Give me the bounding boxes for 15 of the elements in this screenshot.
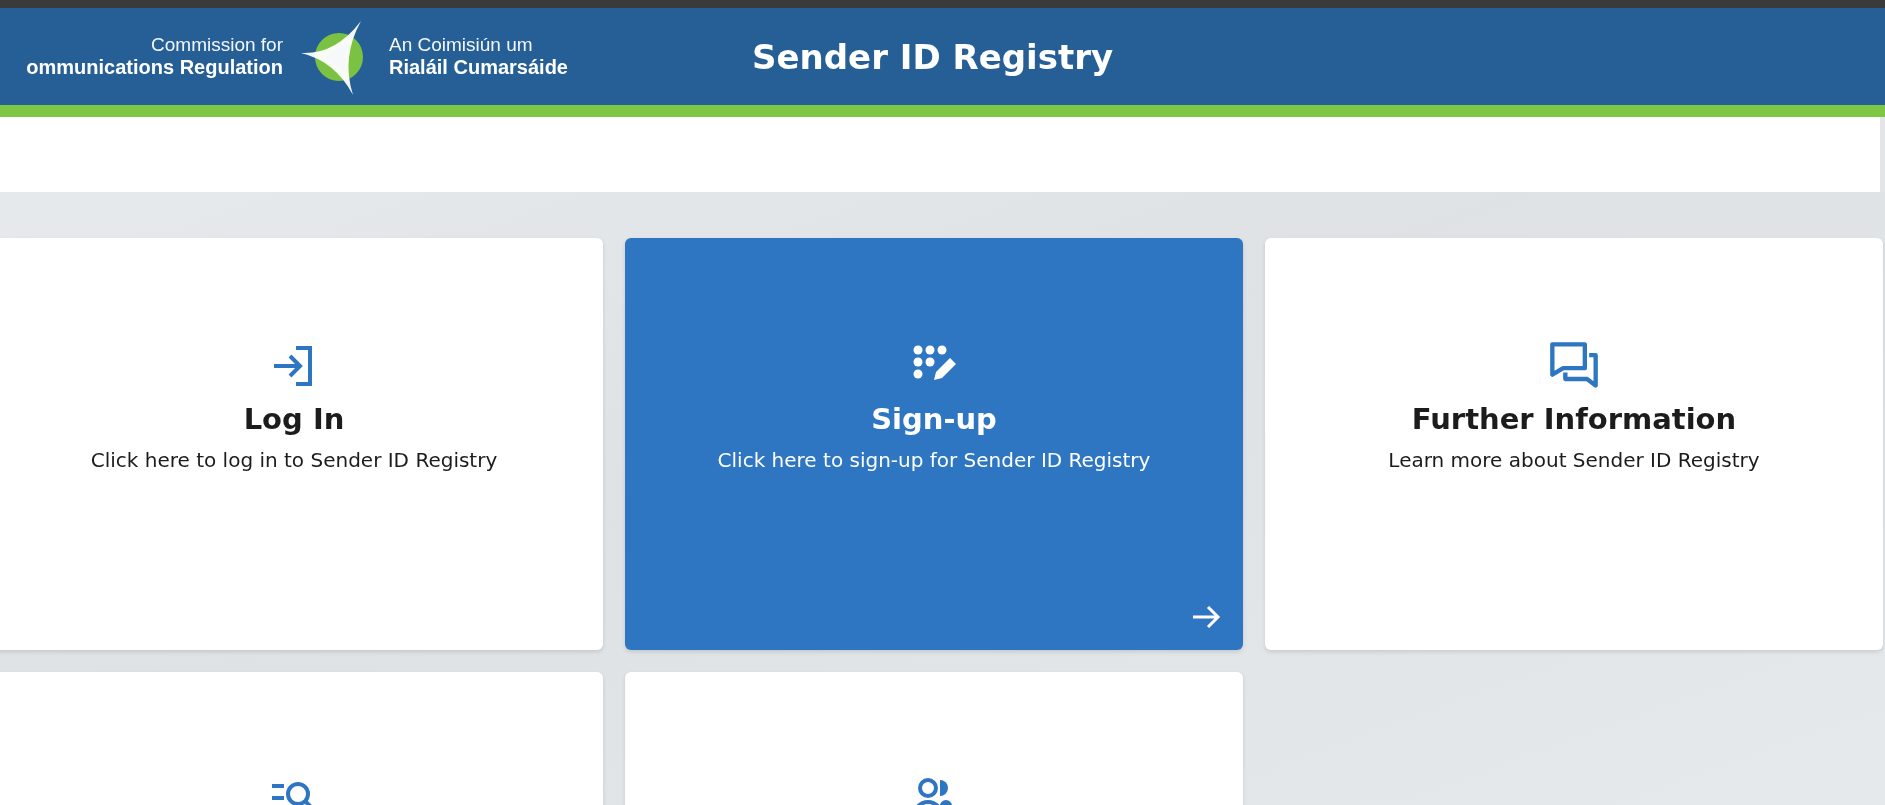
org-name: Rialáil Cumarsáide — [389, 56, 568, 79]
card-description: Click here to log in to Sender ID Registry — [90, 448, 498, 472]
menu-card[interactable]: Sign-up Click here to sign-up for Sender ID Registry — [625, 238, 1243, 650]
card-description: Click here to sign-up for Sender ID Registry — [717, 448, 1151, 472]
org-name: An Coimisiún um — [389, 34, 533, 56]
org-name: ommunications Regulation — [26, 56, 283, 79]
card-description: Learn more about Sender ID Registry — [1388, 448, 1760, 472]
page-title: Sender ID Registry — [752, 36, 1114, 77]
card-title: Sign-up — [871, 402, 997, 436]
card-title: Further Information — [1411, 402, 1737, 436]
arrow-right-icon — [1193, 606, 1221, 628]
org-name: Commission for — [151, 34, 283, 56]
menu-card[interactable]: Further Information Learn more about Sender ID Registry — [1265, 238, 1883, 650]
card-title: Log In — [243, 402, 345, 436]
menu-card[interactable]: Log In Click here to log in to Sender ID Registry — [0, 238, 603, 650]
